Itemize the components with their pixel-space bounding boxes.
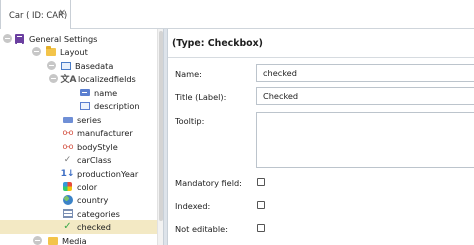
tree-node-description[interactable]: description <box>79 99 155 113</box>
tooltip-field[interactable] <box>256 112 474 168</box>
collapse-toggle-icon[interactable] <box>49 74 58 83</box>
class-icon <box>14 33 25 44</box>
tab-car-class[interactable]: Car ( ID: CAR) × <box>0 0 71 29</box>
name-label: Name: <box>175 69 202 79</box>
series-icon <box>62 114 73 125</box>
relation-icon: o-o <box>62 142 74 152</box>
tab-bar: Car ( ID: CAR) × <box>0 0 474 29</box>
indexed-checkbox[interactable] <box>257 201 265 209</box>
panel-icon <box>60 60 71 71</box>
multiselect-icon <box>62 208 73 219</box>
close-icon[interactable]: × <box>58 8 66 18</box>
tree-node-basedata[interactable]: Basedata <box>60 59 155 73</box>
mandatory-checkbox[interactable] <box>257 178 265 186</box>
mandatory-label: Mandatory field: <box>175 178 242 188</box>
checkbox-icon: ✓ <box>63 221 72 233</box>
class-tree: General Settings Layout Basedata 文A loca… <box>0 29 163 245</box>
folder-icon <box>47 235 58 245</box>
tree-node-manufacturer[interactable]: o-o manufacturer <box>62 126 155 140</box>
tree-node-name[interactable]: name <box>79 86 155 100</box>
indexed-label: Indexed: <box>175 201 211 211</box>
color-icon <box>62 181 73 192</box>
not-editable-checkbox[interactable] <box>257 224 265 232</box>
tooltip-label: Tooltip: <box>175 116 205 126</box>
collapse-toggle-icon[interactable] <box>33 236 42 245</box>
collapse-toggle-icon[interactable] <box>47 61 56 70</box>
panel-title: (Type: Checkbox) <box>172 38 263 49</box>
tree-node-series[interactable]: series <box>62 113 155 127</box>
tree-node-productionyear[interactable]: 1↓ productionYear <box>60 167 155 181</box>
title-label: Title (Label): <box>175 92 227 102</box>
collapse-toggle-icon[interactable] <box>3 34 12 43</box>
tree-node-general-settings[interactable]: General Settings <box>14 32 154 46</box>
tree-node-bodystyle[interactable]: o-o bodyStyle <box>62 140 155 154</box>
tree-node-country[interactable]: country <box>62 193 155 207</box>
tree-node-carclass[interactable]: ✓ carClass <box>62 153 155 167</box>
number-icon: 1↓ <box>60 168 75 179</box>
tree-node-localizedfields[interactable]: 文A localizedfields <box>60 72 155 86</box>
tree-node-checked[interactable]: ✓ checked <box>0 220 157 234</box>
field-editor-panel: (Type: Checkbox) Name: checked Title (La… <box>168 29 474 245</box>
select-icon: ✓ <box>63 154 72 165</box>
tree-node-color[interactable]: color <box>62 180 155 194</box>
tree-node-categories[interactable]: categories <box>62 207 155 221</box>
name-field[interactable]: checked <box>256 64 474 82</box>
not-editable-label: Not editable: <box>175 224 228 234</box>
divider <box>168 57 474 58</box>
globe-icon <box>62 194 73 205</box>
language-icon: 文A <box>60 75 77 86</box>
textarea-icon <box>79 100 90 111</box>
folder-icon <box>45 45 56 57</box>
tree-node-layout[interactable]: Layout <box>45 45 155 59</box>
relation-icon: o-o <box>62 128 74 138</box>
tree-node-media[interactable]: Media <box>47 234 155 245</box>
input-icon <box>79 87 90 98</box>
collapse-toggle-icon[interactable] <box>32 47 41 56</box>
title-field[interactable]: Checked <box>256 87 474 105</box>
